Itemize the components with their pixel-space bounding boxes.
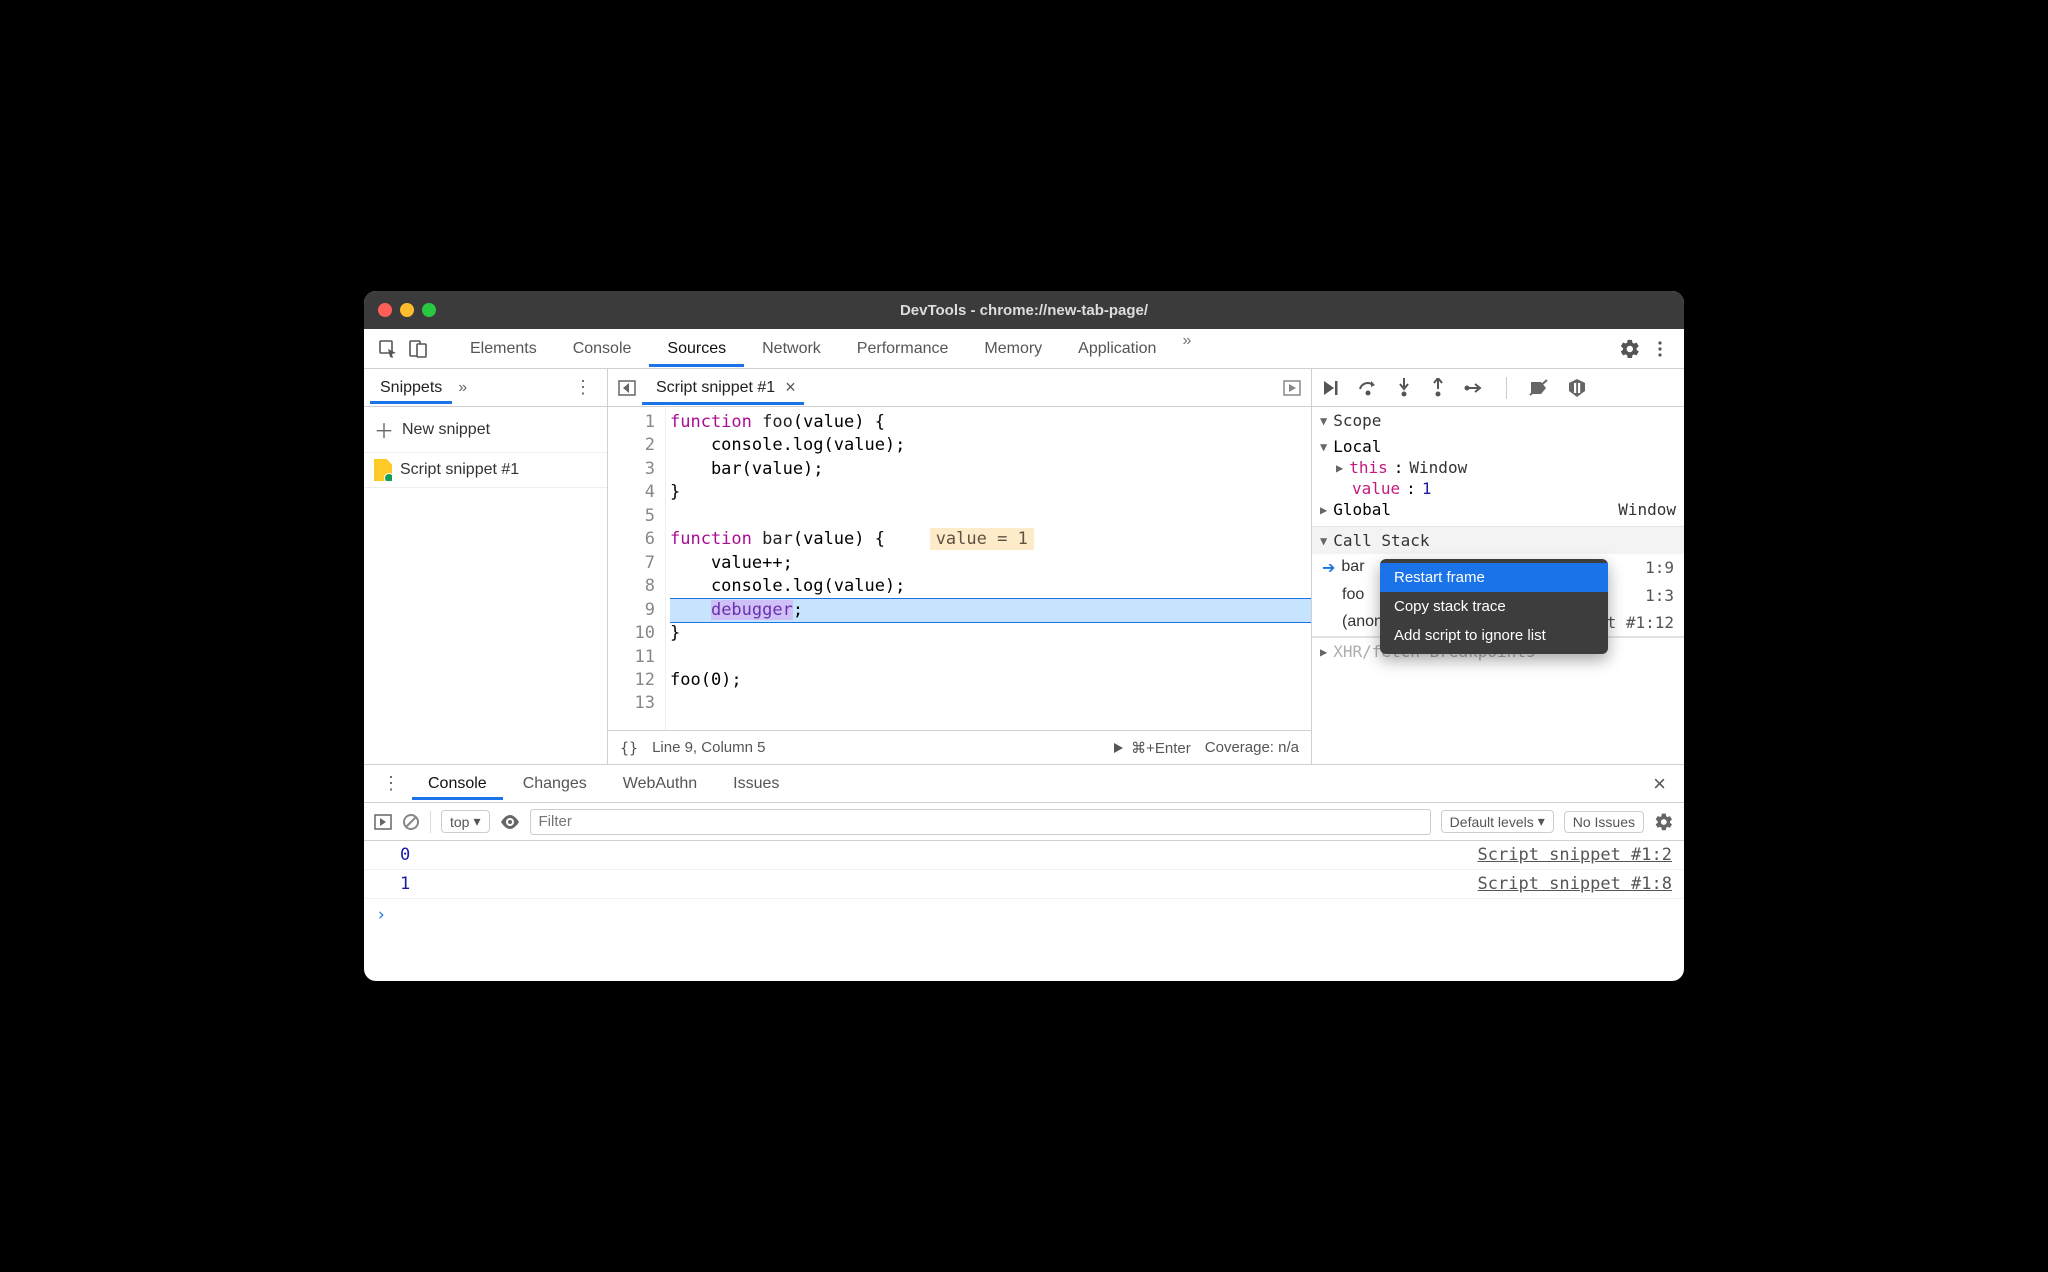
tab-network[interactable]: Network (744, 332, 839, 366)
sources-sidebar: Snippets » ⋮ ＋ New snippet Script snippe… (364, 369, 608, 764)
sidebar-tab-snippets[interactable]: Snippets (370, 373, 452, 403)
filter-input[interactable] (530, 809, 1431, 835)
kebab-menu-icon[interactable] (1646, 335, 1674, 363)
drawer-panel: ⋮ Console Changes WebAuthn Issues × top … (364, 764, 1684, 981)
cursor-position: Line 9, Column 5 (652, 739, 1097, 756)
resume-icon[interactable] (1320, 378, 1340, 398)
run-snippet-icon[interactable] (1283, 379, 1301, 397)
drawer-tab-changes[interactable]: Changes (507, 769, 603, 799)
maximize-window-icon[interactable] (422, 303, 436, 317)
console-toolbar: top ▾ Default levels ▾ No Issues (364, 803, 1684, 841)
drawer-tab-issues[interactable]: Issues (717, 769, 795, 799)
console-prompt[interactable]: › (364, 899, 1684, 931)
debugger-toolbar (1312, 369, 1684, 407)
sources-panel: Snippets » ⋮ ＋ New snippet Script snippe… (364, 369, 1684, 764)
step-over-icon[interactable] (1358, 379, 1378, 397)
console-body: 0 Script snippet #1:2 1 Script snippet #… (364, 841, 1684, 981)
console-message: 0 Script snippet #1:2 (364, 841, 1684, 870)
close-tab-icon[interactable]: × (785, 377, 796, 398)
window-title: DevTools - chrome://new-tab-page/ (364, 302, 1684, 319)
ctx-ignore-list[interactable]: Add script to ignore list (1380, 621, 1608, 650)
tab-application[interactable]: Application (1060, 332, 1174, 366)
ctx-copy-stack[interactable]: Copy stack trace (1380, 592, 1608, 621)
tab-console[interactable]: Console (555, 332, 650, 366)
titlebar[interactable]: DevTools - chrome://new-tab-page/ (364, 291, 1684, 329)
minimize-window-icon[interactable] (400, 303, 414, 317)
pause-on-exceptions-icon[interactable] (1567, 378, 1587, 398)
ctx-restart-frame[interactable]: Restart frame (1380, 563, 1608, 592)
snippet-file-icon (374, 459, 392, 481)
settings-icon[interactable] (1616, 335, 1644, 363)
drawer-tab-webauthn[interactable]: WebAuthn (607, 769, 713, 799)
run-hint: ⌘+Enter (1111, 739, 1191, 757)
close-window-icon[interactable] (378, 303, 392, 317)
drawer-tab-console[interactable]: Console (412, 769, 503, 799)
triangle-down-icon: ▼ (1320, 414, 1327, 428)
callstack-section-header[interactable]: ▼ Call Stack (1312, 527, 1684, 554)
more-tabs-icon[interactable]: » (1182, 332, 1202, 366)
levels-selector[interactable]: Default levels ▾ (1441, 810, 1554, 833)
triangle-down-icon: ▼ (1320, 534, 1327, 548)
tab-sources[interactable]: Sources (649, 332, 744, 366)
toggle-navigator-icon[interactable] (618, 379, 636, 397)
step-into-icon[interactable] (1396, 378, 1412, 398)
plus-icon: ＋ (374, 415, 394, 444)
editor-tab-label: Script snippet #1 (656, 379, 775, 397)
panel-tabs: Elements Console Sources Network Perform… (452, 332, 1614, 366)
triangle-down-icon: ▼ (1320, 440, 1327, 454)
context-menu: Restart frame Copy stack trace Add scrip… (1380, 559, 1608, 654)
scope-section-header[interactable]: ▼ Scope (1312, 407, 1684, 434)
message-source-link[interactable]: Script snippet #1:2 (1478, 845, 1672, 865)
triangle-right-icon[interactable]: ▶ (1336, 461, 1343, 475)
new-snippet-button[interactable]: ＋ New snippet (364, 407, 607, 452)
console-sidebar-icon[interactable] (374, 813, 392, 831)
context-selector[interactable]: top ▾ (441, 810, 490, 833)
clear-console-icon[interactable] (402, 813, 420, 831)
debugger-pane: ▼ Scope ▼Local ▶this: Window value: 1 ▶G… (1312, 369, 1684, 764)
issues-button[interactable]: No Issues (1564, 811, 1644, 833)
device-toggle-icon[interactable] (404, 335, 432, 363)
step-out-icon[interactable] (1430, 378, 1446, 398)
triangle-right-icon[interactable]: ▶ (1320, 503, 1327, 517)
deactivate-breakpoints-icon[interactable] (1529, 379, 1549, 397)
file-label: Script snippet #1 (400, 461, 519, 479)
main-toolbar: Elements Console Sources Network Perform… (364, 329, 1684, 369)
console-settings-icon[interactable] (1654, 812, 1674, 832)
tab-memory[interactable]: Memory (966, 332, 1060, 366)
editor-statusbar: {} Line 9, Column 5 ⌘+Enter Coverage: n/… (608, 730, 1311, 764)
editor-pane: Script snippet #1 × 12345678910111213 fu… (608, 369, 1312, 764)
drawer-close-icon[interactable]: × (1645, 771, 1674, 797)
inspect-icon[interactable] (374, 335, 402, 363)
editor-tab[interactable]: Script snippet #1 × (642, 371, 804, 404)
pretty-print-icon[interactable]: {} (620, 739, 638, 757)
new-snippet-label: New snippet (402, 421, 490, 439)
sidebar-more-icon[interactable]: » (458, 379, 467, 397)
console-message: 1 Script snippet #1:8 (364, 870, 1684, 899)
step-icon[interactable] (1464, 380, 1484, 396)
drawer-kebab-icon[interactable]: ⋮ (374, 773, 408, 794)
line-gutter: 12345678910111213 (608, 407, 666, 730)
live-expression-icon[interactable] (500, 815, 520, 829)
code-content[interactable]: function foo(value) { console.log(value)… (666, 407, 1311, 730)
sidebar-kebab-icon[interactable]: ⋮ (566, 377, 601, 398)
coverage-label: Coverage: n/a (1205, 739, 1299, 756)
file-item[interactable]: Script snippet #1 (364, 452, 607, 488)
tab-elements[interactable]: Elements (452, 332, 555, 366)
tab-performance[interactable]: Performance (839, 332, 967, 366)
message-source-link[interactable]: Script snippet #1:8 (1478, 874, 1672, 894)
devtools-window: DevTools - chrome://new-tab-page/ Elemen… (364, 291, 1684, 981)
